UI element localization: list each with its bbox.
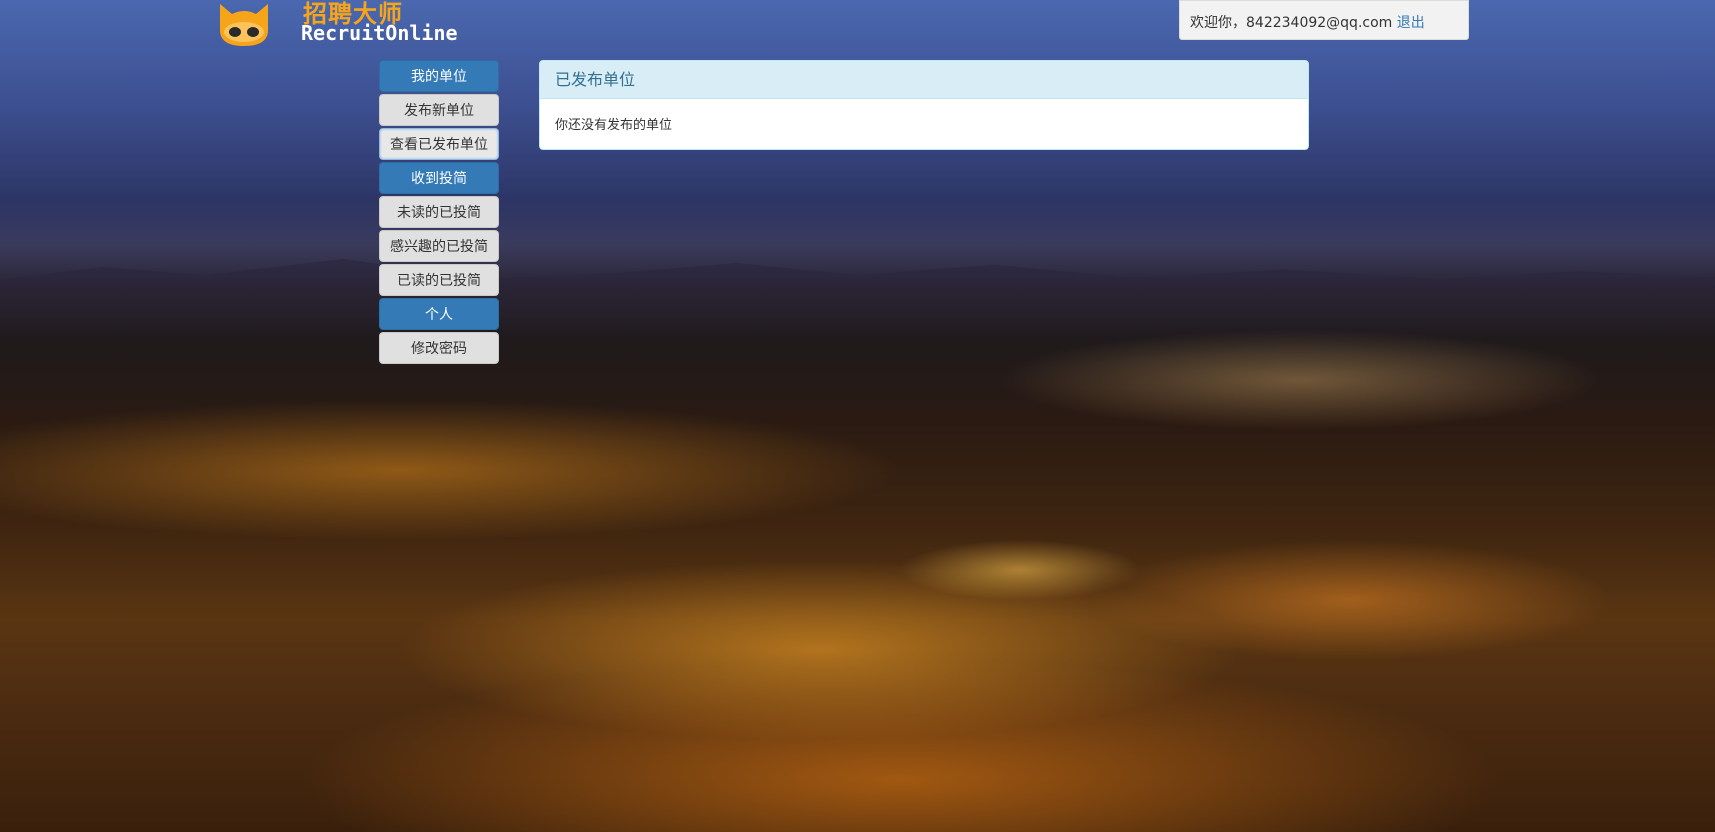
panel-title: 已发布单位 — [540, 61, 1308, 99]
sidebar-menu: 我的单位 发布新单位 查看已发布单位 收到投简 未读的已投简 感兴趣的已投简 已… — [379, 60, 499, 366]
sidebar-header-received-resumes[interactable]: 收到投简 — [379, 162, 499, 194]
panel-body: 你还没有发布的单位 — [540, 99, 1308, 149]
sidebar-item-read-resumes[interactable]: 已读的已投简 — [379, 264, 499, 296]
empty-message: 你还没有发布的单位 — [555, 118, 673, 133]
logout-link[interactable]: 退出 — [1397, 15, 1425, 31]
sidebar-item-unread-resumes[interactable]: 未读的已投简 — [379, 196, 499, 228]
sidebar-item-change-password[interactable]: 修改密码 — [379, 332, 499, 364]
sidebar-item-interested-resumes[interactable]: 感兴趣的已投简 — [379, 230, 499, 262]
sidebar-header-my-units[interactable]: 我的单位 — [379, 60, 499, 92]
sidebar-item-view-published-units[interactable]: 查看已发布单位 — [379, 128, 499, 160]
sidebar-header-personal[interactable]: 个人 — [379, 298, 499, 330]
background-mountains — [0, 259, 1715, 335]
sidebar-item-publish-unit[interactable]: 发布新单位 — [379, 94, 499, 126]
published-units-panel: 已发布单位 你还没有发布的单位 — [539, 60, 1309, 150]
brand-name-en: RecruitOnline — [301, 21, 458, 45]
welcome-bar: 欢迎你，842234092@qq.com 退出 — [1179, 0, 1469, 40]
cat-logo-icon[interactable] — [216, 0, 272, 46]
welcome-text: 欢迎你，842234092@qq.com — [1190, 15, 1393, 31]
